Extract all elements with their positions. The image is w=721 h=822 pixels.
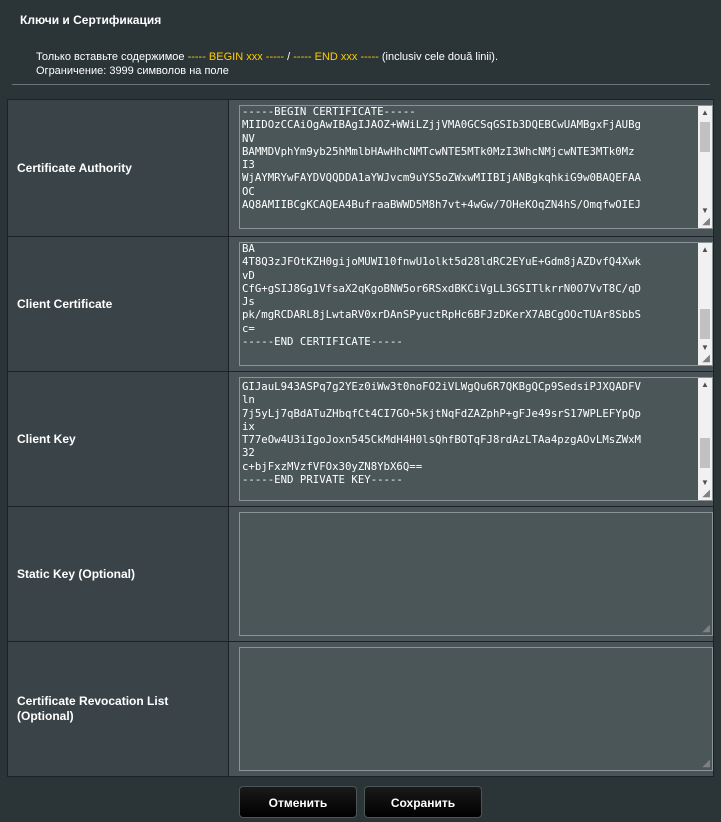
client-key-textarea[interactable]: GIJauL943ASPq7g2YEz0iWw3t0noFO2iVLWgQu6R… bbox=[239, 377, 713, 501]
client-certificate-cell: BA 4T8Q3zJFOtKZH0gijoMUWI10fnwU1olkt5d28… bbox=[228, 236, 714, 372]
static-key-textarea[interactable]: ◢ bbox=[239, 512, 713, 636]
resize-grip-icon[interactable]: ◢ bbox=[702, 354, 710, 364]
certificate-authority-textarea[interactable]: -----BEGIN CERTIFICATE----- MIIDOzCCAiOg… bbox=[239, 105, 713, 229]
keys-form-table: Certificate Authority -----BEGIN CERTIFI… bbox=[7, 99, 714, 777]
resize-grip-icon[interactable]: ◢ bbox=[702, 624, 710, 634]
character-limit-note: Ограничение: 3999 символов на поле bbox=[36, 65, 229, 77]
note-suffix: (inclusiv cele două linii). bbox=[378, 51, 499, 63]
row-certificate-revocation-list: Certificate Revocation List (Optional) ◢ bbox=[7, 641, 714, 777]
note-prefix: Только вставьте содержимое bbox=[36, 51, 188, 63]
static-key-cell: ◢ bbox=[228, 506, 714, 642]
divider bbox=[12, 84, 710, 85]
resize-grip-icon[interactable]: ◢ bbox=[702, 759, 710, 769]
instruction-line: Только вставьте содержимое ----- BEGIN x… bbox=[36, 50, 498, 64]
row-static-key: Static Key (Optional) ◢ bbox=[7, 506, 714, 642]
end-marker: ----- END xxx ----- bbox=[293, 51, 379, 63]
certificate-authority-cell: -----BEGIN CERTIFICATE----- MIIDOzCCAiOg… bbox=[228, 99, 714, 237]
certificate-authority-text: -----BEGIN CERTIFICATE----- MIIDOzCCAiOg… bbox=[242, 105, 641, 212]
scroll-up-icon[interactable]: ▲ bbox=[698, 378, 712, 392]
scroll-thumb[interactable] bbox=[700, 438, 710, 468]
client-key-text: GIJauL943ASPq7g2YEz0iWw3t0noFO2iVLWgQu6R… bbox=[242, 380, 641, 487]
certificate-authority-label: Certificate Authority bbox=[7, 99, 229, 237]
scroll-thumb[interactable] bbox=[700, 122, 710, 152]
resize-grip-icon[interactable]: ◢ bbox=[702, 217, 710, 227]
client-certificate-text: BA 4T8Q3zJFOtKZH0gijoMUWI10fnwU1olkt5d28… bbox=[242, 242, 641, 349]
cancel-button[interactable]: Отменить bbox=[239, 786, 357, 818]
client-key-label: Client Key bbox=[7, 371, 229, 507]
row-certificate-authority: Certificate Authority -----BEGIN CERTIFI… bbox=[7, 99, 714, 237]
crl-textarea[interactable]: ◢ bbox=[239, 647, 713, 771]
client-certificate-label: Client Certificate bbox=[7, 236, 229, 372]
crl-label: Certificate Revocation List (Optional) bbox=[7, 641, 229, 777]
crl-cell: ◢ bbox=[228, 641, 714, 777]
row-client-certificate: Client Certificate BA 4T8Q3zJFOtKZH0gijo… bbox=[7, 236, 714, 372]
scroll-up-icon[interactable]: ▲ bbox=[698, 106, 712, 120]
instructions: Только вставьте содержимое ----- BEGIN x… bbox=[36, 50, 498, 78]
static-key-label: Static Key (Optional) bbox=[7, 506, 229, 642]
begin-marker: ----- BEGIN xxx ----- bbox=[187, 51, 285, 63]
client-key-scrollbar[interactable]: ▲ ▼ bbox=[698, 378, 712, 500]
slash-separator: / bbox=[284, 51, 294, 63]
save-button[interactable]: Сохранить bbox=[364, 786, 482, 818]
page-title: Ключи и Сертификация bbox=[20, 13, 162, 27]
certificate-authority-scrollbar[interactable]: ▲ ▼ bbox=[698, 106, 712, 228]
resize-grip-icon[interactable]: ◢ bbox=[702, 489, 710, 499]
client-certificate-textarea[interactable]: BA 4T8Q3zJFOtKZH0gijoMUWI10fnwU1olkt5d28… bbox=[239, 242, 713, 366]
scroll-up-icon[interactable]: ▲ bbox=[698, 243, 712, 257]
client-certificate-scrollbar[interactable]: ▲ ▼ bbox=[698, 243, 712, 365]
client-key-cell: GIJauL943ASPq7g2YEz0iWw3t0noFO2iVLWgQu6R… bbox=[228, 371, 714, 507]
row-client-key: Client Key GIJauL943ASPq7g2YEz0iWw3t0noF… bbox=[7, 371, 714, 507]
scroll-thumb[interactable] bbox=[700, 309, 710, 339]
